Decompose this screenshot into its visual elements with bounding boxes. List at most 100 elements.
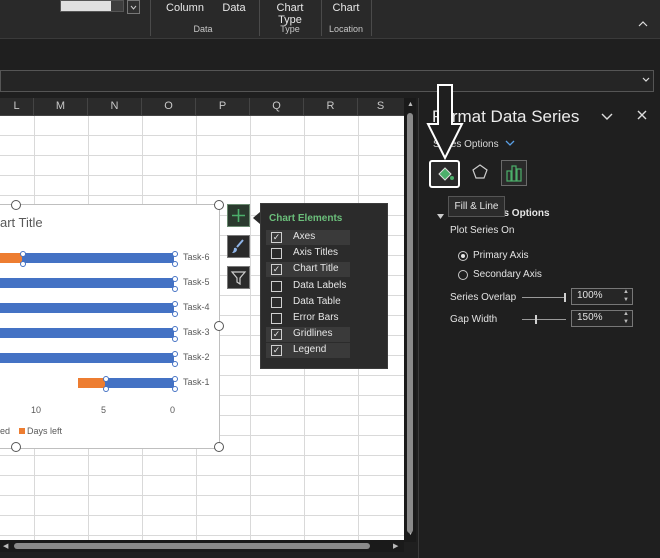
- data-point-handle[interactable]: [103, 386, 109, 392]
- vertical-scroll-thumb[interactable]: [407, 113, 413, 533]
- gap-width-spinner[interactable]: 150% ▲ ▼: [571, 310, 633, 327]
- checkbox[interactable]: [271, 313, 282, 324]
- chart-area[interactable]: art Title Task-6 Task-5 Task-4 Task-3 Task-2…: [0, 200, 224, 452]
- scroll-up-icon[interactable]: ▲: [407, 101, 414, 108]
- data-point-handle[interactable]: [172, 301, 178, 307]
- chart-title[interactable]: art Title: [0, 215, 43, 230]
- chart-element-data-table[interactable]: Data Table: [266, 295, 350, 310]
- bar-completed[interactable]: [105, 378, 174, 388]
- resize-handle[interactable]: [11, 200, 21, 210]
- chart-element-axis-titles[interactable]: Axis Titles: [266, 246, 350, 261]
- chart-element-axes[interactable]: ✓ Axes: [266, 230, 350, 245]
- bar-completed[interactable]: [0, 353, 174, 363]
- chart-elements-button[interactable]: [227, 204, 250, 227]
- data-point-handle[interactable]: [172, 261, 178, 267]
- gallery-more-button[interactable]: [127, 0, 140, 14]
- collapse-section-button[interactable]: [436, 212, 445, 224]
- spinner-arrows-icon[interactable]: ▲ ▼: [623, 310, 629, 326]
- data-point-handle[interactable]: [172, 386, 178, 392]
- close-pane-button[interactable]: [636, 109, 648, 124]
- checkbox[interactable]: ✓: [271, 345, 282, 357]
- collapse-ribbon-button[interactable]: [636, 18, 650, 30]
- resize-handle[interactable]: [214, 200, 224, 210]
- gridline: [0, 135, 404, 136]
- chart-element-error-bars[interactable]: Error Bars: [266, 311, 350, 326]
- legend-entry-days-left[interactable]: Days left: [27, 426, 62, 436]
- column-header[interactable]: Q: [250, 98, 304, 115]
- checkbox[interactable]: ✓: [271, 329, 282, 341]
- gap-width-label: Gap Width: [450, 314, 498, 325]
- bar-completed[interactable]: [22, 253, 174, 263]
- data-point-handle[interactable]: [172, 326, 178, 332]
- bar-completed[interactable]: [0, 328, 174, 338]
- bar-completed[interactable]: [0, 278, 174, 288]
- chart-style-gallery[interactable]: [60, 0, 124, 12]
- data-point-handle[interactable]: [172, 336, 178, 342]
- legend-swatch: [19, 428, 25, 434]
- data-point-handle[interactable]: [172, 376, 178, 382]
- category-label: Task-1: [183, 377, 210, 387]
- pane-options-button[interactable]: [600, 109, 614, 126]
- chart-element-gridlines[interactable]: ✓ Gridlines: [266, 327, 350, 343]
- chart-style-thumbnail[interactable]: [61, 1, 111, 11]
- resize-handle[interactable]: [11, 442, 21, 452]
- data-point-handle[interactable]: [172, 351, 178, 357]
- checkbox[interactable]: ✓: [271, 232, 282, 243]
- chart-filters-button[interactable]: [227, 266, 250, 289]
- data-point-handle[interactable]: [172, 361, 178, 367]
- data-point-handle[interactable]: [103, 376, 109, 382]
- column-header[interactable]: O: [142, 98, 196, 115]
- gridline: [0, 495, 404, 496]
- chart-styles-button[interactable]: [227, 235, 250, 258]
- series-options-tab[interactable]: [501, 160, 527, 186]
- horizontal-scroll-thumb[interactable]: [14, 543, 370, 549]
- expand-formula-bar-button[interactable]: [641, 75, 651, 85]
- checkbox[interactable]: [271, 248, 282, 260]
- bar-completed[interactable]: [0, 303, 174, 313]
- primary-axis-label[interactable]: Primary Axis: [473, 250, 529, 261]
- chart-element-data-labels[interactable]: Data Labels: [266, 279, 350, 294]
- column-header[interactable]: P: [196, 98, 250, 115]
- formula-bar[interactable]: [0, 70, 654, 92]
- chart-element-legend[interactable]: ✓ Legend: [266, 343, 350, 359]
- series-overlap-knob[interactable]: [564, 293, 566, 302]
- column-header[interactable]: R: [304, 98, 358, 115]
- select-data-button[interactable]: Data: [218, 2, 250, 14]
- fill-line-tab[interactable]: [429, 160, 460, 188]
- series-overlap-spinner[interactable]: 100% ▲ ▼: [571, 288, 633, 305]
- data-point-handle[interactable]: [172, 286, 178, 292]
- series-overlap-value[interactable]: 100%: [577, 290, 603, 301]
- resize-handle[interactable]: [214, 321, 224, 331]
- change-chart-type-button[interactable]: Chart Type: [264, 2, 316, 26]
- column-header[interactable]: L: [0, 98, 34, 115]
- scroll-right-icon[interactable]: ▶: [393, 542, 398, 550]
- column-header[interactable]: M: [34, 98, 88, 115]
- checkbox[interactable]: [271, 296, 282, 308]
- move-chart-button[interactable]: Chart: [330, 2, 362, 14]
- column-header[interactable]: N: [88, 98, 142, 115]
- paint-bucket-icon: [438, 167, 454, 181]
- secondary-axis-label[interactable]: Secondary Axis: [473, 269, 542, 280]
- secondary-axis-radio[interactable]: [458, 270, 468, 280]
- primary-axis-radio[interactable]: [458, 251, 468, 261]
- chart-element-chart-title[interactable]: ✓ Chart Title: [266, 262, 350, 278]
- checkbox[interactable]: ✓: [271, 264, 282, 276]
- data-point-handle[interactable]: [172, 311, 178, 317]
- effects-tab[interactable]: [468, 160, 492, 184]
- scroll-left-icon[interactable]: ◀: [3, 542, 8, 550]
- column-header[interactable]: S: [358, 98, 403, 115]
- data-point-handle[interactable]: [172, 276, 178, 282]
- gap-width-slider[interactable]: [522, 319, 566, 320]
- switch-row-column-button[interactable]: Column: [163, 2, 207, 14]
- resize-handle[interactable]: [214, 442, 224, 452]
- bar-days-left[interactable]: [0, 253, 23, 263]
- bar-days-left[interactable]: [78, 378, 105, 388]
- data-point-handle[interactable]: [172, 251, 178, 257]
- data-point-handle[interactable]: [20, 261, 27, 267]
- gap-width-knob[interactable]: [535, 315, 537, 324]
- series-overlap-slider[interactable]: [522, 297, 566, 298]
- legend-entry-completed[interactable]: ed: [0, 426, 10, 436]
- spinner-arrows-icon[interactable]: ▲ ▼: [623, 288, 629, 304]
- checkbox[interactable]: [271, 280, 282, 292]
- gap-width-value[interactable]: 150%: [577, 312, 603, 323]
